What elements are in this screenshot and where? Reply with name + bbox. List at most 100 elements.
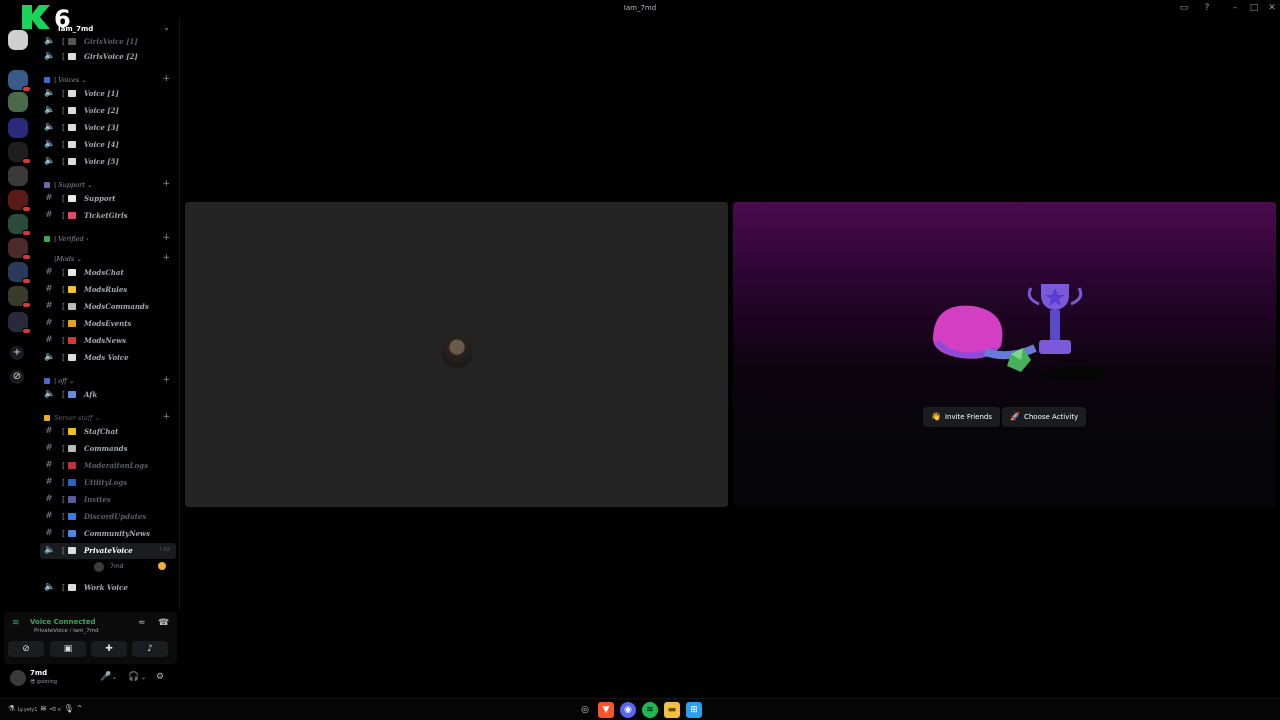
mic-icon[interactable]: 🎙 bbox=[64, 704, 74, 713]
volume-icon[interactable]: ◅ bbox=[49, 704, 55, 713]
channel-support[interactable]: #[ Support bbox=[40, 191, 176, 207]
help-icon[interactable]: ? bbox=[1200, 2, 1214, 14]
add-channel-icon[interactable]: + bbox=[162, 375, 170, 385]
weather-icon[interactable]: ⚗ bbox=[8, 704, 15, 713]
category-verified[interactable]: | Verified › + bbox=[44, 233, 174, 247]
inbox-icon[interactable]: ▭ bbox=[1177, 2, 1191, 14]
channel-name: UtilityLogs bbox=[84, 478, 128, 487]
text-channel-icon: # bbox=[45, 460, 53, 470]
channel-voice-2[interactable]: 🔈[ Voice [2] bbox=[40, 103, 176, 119]
wifi-icon[interactable]: ≋ bbox=[40, 704, 47, 713]
choose-activity-button[interactable]: 🚀 Choose Activity bbox=[1002, 407, 1087, 427]
channel-girls-voice-2[interactable]: 🔈 [ GirlsVoice [2] bbox=[40, 49, 176, 65]
channel-discord-updates[interactable]: #[ DiscordUpdates bbox=[40, 509, 176, 525]
channel-emoji-icon bbox=[68, 124, 76, 131]
windows-start-icon[interactable]: ⊞ bbox=[686, 702, 702, 718]
server-icon-1[interactable] bbox=[8, 30, 28, 50]
camera-button[interactable]: ⊘ bbox=[8, 641, 44, 657]
close-button[interactable]: ✕ bbox=[1265, 2, 1279, 14]
voice-member[interactable]: 7md bbox=[94, 560, 174, 574]
channel-emoji-icon bbox=[68, 354, 76, 361]
speaker-icon: 🔈 bbox=[44, 582, 56, 592]
voice-location[interactable]: PrivateVoice / Iam_7md bbox=[34, 628, 99, 634]
channel-mods-news[interactable]: #[ ModsNews bbox=[40, 333, 176, 349]
invite-friends-button[interactable]: 👋 Invite Friends bbox=[923, 407, 1001, 427]
server-icon-12[interactable] bbox=[8, 312, 31, 334]
channel-invites[interactable]: #[ Invites bbox=[40, 492, 176, 508]
server-icon-2[interactable] bbox=[8, 70, 31, 92]
server-icon-3[interactable] bbox=[8, 92, 28, 112]
noise-suppression-icon[interactable]: ≈ bbox=[138, 618, 146, 628]
channel-girls-voice-1[interactable]: 🔈 [ GirlsVoice [1] bbox=[40, 34, 176, 50]
cool-emoji-icon bbox=[158, 562, 166, 570]
discord-icon[interactable]: ◉ bbox=[620, 702, 636, 718]
text-channel-icon: # bbox=[45, 443, 53, 453]
add-channel-icon[interactable]: + bbox=[162, 179, 170, 189]
channel-mods-voice[interactable]: 🔈[ Mods Voice bbox=[40, 350, 176, 366]
channel-voice-3[interactable]: 🔈[ Voice [3] bbox=[40, 120, 176, 136]
channel-name: ModeraitonLogs bbox=[84, 461, 149, 470]
text-channel-icon: # bbox=[45, 301, 53, 311]
channel-emoji-icon bbox=[68, 391, 76, 398]
channel-community-news[interactable]: #[ CommunityNews bbox=[40, 526, 176, 542]
category-icon bbox=[44, 378, 50, 384]
channel-mods-rules[interactable]: #[ ModsRules bbox=[40, 282, 176, 298]
channel-mods-commands[interactable]: #[ ModsCommands bbox=[40, 299, 176, 315]
channel-mods-events[interactable]: #[ ModsEvents bbox=[40, 316, 176, 332]
channel-voice-1[interactable]: 🔈[ Voice [1] bbox=[40, 86, 176, 102]
server-icon-10[interactable] bbox=[8, 262, 31, 284]
channel-voice-4[interactable]: 🔈[ Voice [4] bbox=[40, 137, 176, 153]
server-icon-4[interactable] bbox=[8, 118, 28, 138]
server-icon-11[interactable] bbox=[8, 286, 31, 308]
chevron-down-icon[interactable]: ⌄ bbox=[112, 674, 117, 681]
add-channel-icon[interactable]: + bbox=[162, 253, 170, 263]
speaker-icon: 🔈 bbox=[44, 36, 56, 46]
user-name[interactable]: 7md bbox=[30, 669, 47, 677]
text-channel-icon: # bbox=[45, 267, 53, 277]
user-video-tile[interactable] bbox=[185, 202, 728, 507]
add-server-icon[interactable]: + bbox=[10, 346, 24, 360]
channel-emoji-icon bbox=[68, 303, 76, 310]
channel-afk[interactable]: 🔈[ Afk bbox=[40, 387, 176, 403]
spotify-icon[interactable]: ≋ bbox=[642, 702, 658, 718]
soundboard-button[interactable]: ♪ bbox=[132, 641, 168, 657]
category-icon bbox=[44, 256, 50, 262]
chevron-down-icon[interactable]: ⌄ bbox=[141, 674, 146, 681]
channel-ticket-girls[interactable]: #[ TicketGirls bbox=[40, 208, 176, 224]
add-channel-icon[interactable]: + bbox=[162, 233, 170, 243]
activities-button[interactable]: ✚ bbox=[91, 641, 127, 657]
server-icon-6[interactable] bbox=[8, 166, 28, 186]
channel-name: Support bbox=[84, 194, 116, 203]
microphone-icon[interactable]: 🎤 bbox=[100, 672, 111, 682]
channel-private-voice[interactable]: 🔈[ PrivateVoice 7:58 bbox=[40, 543, 176, 559]
brave-browser-icon[interactable]: ▼ bbox=[598, 702, 614, 718]
tray-chevron-icon[interactable]: ⌃ bbox=[76, 704, 83, 713]
settings-gear-icon[interactable]: ⚙ bbox=[156, 672, 164, 682]
channel-voice-5[interactable]: 🔈[ Voice [5] bbox=[40, 154, 176, 170]
server-icon-8[interactable] bbox=[8, 214, 31, 236]
disconnect-icon[interactable]: ☎ bbox=[158, 618, 169, 628]
screen-share-button[interactable]: ▣ bbox=[50, 641, 86, 657]
maximize-button[interactable]: □ bbox=[1247, 2, 1261, 14]
discover-icon[interactable]: ⊘ bbox=[10, 370, 24, 384]
headphones-icon[interactable]: 🎧 bbox=[128, 672, 139, 682]
server-icon-9[interactable] bbox=[8, 238, 31, 260]
speaker-icon: 🔈 bbox=[44, 88, 56, 98]
channel-mods-chat[interactable]: #[ ModsChat bbox=[40, 265, 176, 281]
voice-status[interactable]: Voice Connected bbox=[30, 618, 96, 626]
file-explorer-icon[interactable]: ▬ bbox=[664, 702, 680, 718]
server-icon-5[interactable] bbox=[8, 142, 31, 164]
channel-moderation-logs[interactable]: #[ ModeraitonLogs bbox=[40, 458, 176, 474]
search-icon[interactable]: ◎ bbox=[577, 702, 593, 718]
channel-emoji-icon bbox=[68, 107, 76, 114]
channel-commands[interactable]: #[ Commands bbox=[40, 441, 176, 457]
avatar[interactable] bbox=[10, 670, 26, 686]
channel-utility-logs[interactable]: #[ UtilityLogs bbox=[40, 475, 176, 491]
channel-staf-chat[interactable]: #[ StafChat bbox=[40, 424, 176, 440]
server-icon-7[interactable] bbox=[8, 190, 31, 212]
add-channel-icon[interactable]: + bbox=[162, 74, 170, 84]
add-channel-icon[interactable]: + bbox=[162, 412, 170, 422]
channel-work-voice[interactable]: 🔈[ Work Voice bbox=[40, 580, 176, 596]
channel-name: Voice [3] bbox=[84, 123, 119, 132]
minimize-button[interactable]: – bbox=[1228, 2, 1242, 14]
